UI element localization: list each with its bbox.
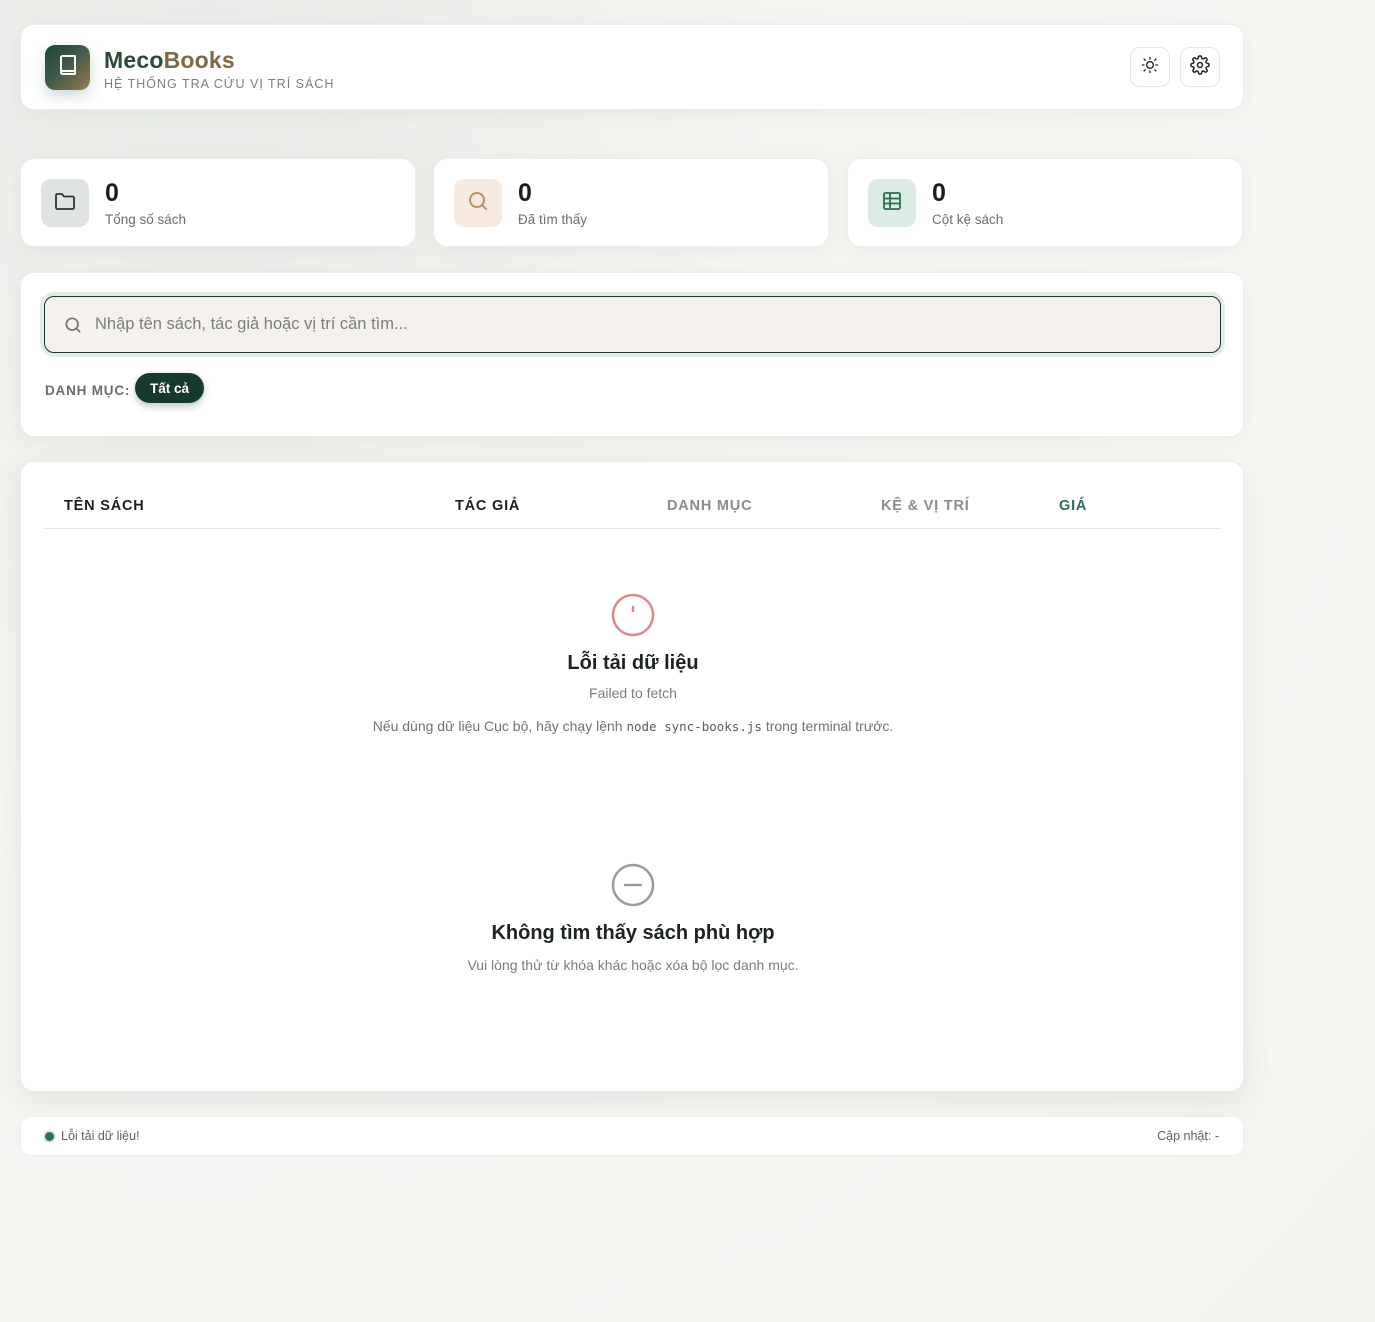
last-updated: Cập nhật: - <box>1157 1129 1219 1143</box>
search-input[interactable] <box>95 315 1220 334</box>
settings-button[interactable] <box>1180 47 1220 87</box>
error-hint: Nếu dùng dữ liệu Cục bộ, hãy chạy lệnh n… <box>21 718 1245 734</box>
stat-value: 0 <box>518 179 532 207</box>
category-chip-all[interactable]: Tất cả <box>135 373 205 403</box>
error-title: Lỗi tải dữ liệu <box>567 652 699 674</box>
stat-label: Tổng số sách <box>105 212 187 227</box>
book-icon <box>56 53 80 82</box>
theme-toggle-button[interactable] <box>1130 47 1170 87</box>
status-indicator-dot <box>45 1132 54 1141</box>
search-icon <box>63 315 83 335</box>
logo <box>45 45 90 90</box>
stat-icon-box <box>454 179 502 227</box>
column-header-price[interactable]: GIÁ <box>1059 498 1087 514</box>
brand-name-part1: Meco <box>104 47 164 73</box>
stat-icon-box <box>41 179 89 227</box>
search-icon <box>466 189 490 218</box>
empty-state: Không tìm thấy sách phù hợp Vui lòng thử… <box>21 862 1245 973</box>
category-label: DANH MỤC: <box>45 383 131 398</box>
books-table: TÊN SÁCH TÁC GIẢ DANH MỤC KỆ & VỊ TRÍ GI… <box>20 461 1244 1092</box>
error-state: Lỗi tải dữ liệu Failed to fetch Nếu dùng… <box>21 592 1245 734</box>
error-hint-text-after: trong terminal trước. <box>765 718 894 734</box>
table-header: TÊN SÁCH TÁC GIẢ DANH MỤC KỆ & VỊ TRÍ GI… <box>44 462 1221 529</box>
stat-value: 0 <box>105 179 119 207</box>
brand-subtitle: HỆ THỐNG TRA CỨU VỊ TRÍ SÁCH <box>104 77 335 91</box>
stat-card-total-books: 0 Tổng số sách <box>20 158 416 247</box>
app-header: MecoBooks HỆ THỐNG TRA CỨU VỊ TRÍ SÁCH <box>20 24 1244 110</box>
sun-icon <box>1141 56 1159 79</box>
stat-card-found: 0 Đã tìm thấy <box>433 158 829 247</box>
column-header-shelf-location: KỆ & VỊ TRÍ <box>881 498 970 514</box>
stat-card-shelf-columns: 0 Cột kệ sách <box>847 158 1243 247</box>
error-hint-command: node sync-books.js <box>626 719 762 734</box>
minus-circle-icon <box>21 862 1245 908</box>
column-header-author[interactable]: TÁC GIẢ <box>455 498 520 514</box>
status-bar: Lỗi tải dữ liệu! Cập nhật: - <box>20 1116 1244 1156</box>
folder-icon <box>53 189 77 218</box>
stat-value: 0 <box>932 179 946 207</box>
gear-icon <box>1190 54 1210 80</box>
empty-title: Không tìm thấy sách phù hợp <box>491 922 775 944</box>
status-text: Lỗi tải dữ liệu! <box>61 1129 140 1143</box>
search-box[interactable] <box>44 296 1221 353</box>
stat-label: Đã tìm thấy <box>518 212 588 227</box>
brand-name-part2: Books <box>163 47 235 73</box>
stat-label: Cột kệ sách <box>932 212 1004 227</box>
grid-icon <box>880 189 904 218</box>
error-hint-text: Nếu dùng dữ liệu Cục bộ, hãy chạy lệnh <box>372 718 623 734</box>
column-header-title[interactable]: TÊN SÁCH <box>64 498 145 514</box>
search-panel: DANH MỤC: Tất cả <box>20 272 1244 437</box>
stat-icon-box <box>868 179 916 227</box>
alert-circle-icon <box>21 592 1245 638</box>
column-header-category: DANH MỤC <box>667 498 753 514</box>
error-message: Failed to fetch <box>589 685 677 701</box>
brand-title: MecoBooks <box>104 47 235 74</box>
empty-message: Vui lòng thử từ khóa khác hoặc xóa bộ lọ… <box>467 957 799 973</box>
